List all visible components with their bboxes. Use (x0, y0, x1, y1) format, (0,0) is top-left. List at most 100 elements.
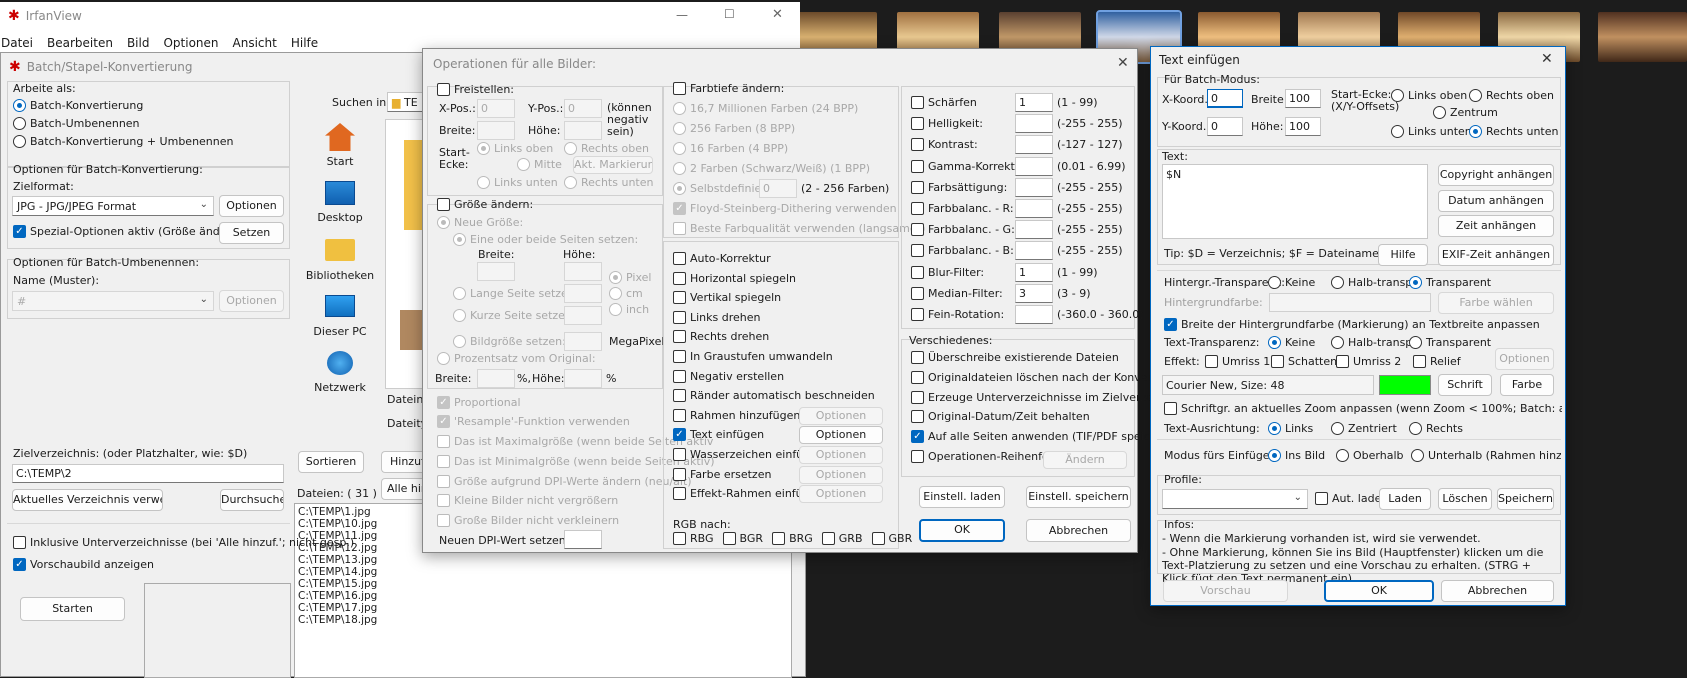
insert-above[interactable]: Oberhalb (1336, 449, 1404, 462)
transform-checkbox[interactable]: ✓ Text einfügen (673, 428, 764, 442)
menu-ansicht[interactable]: Ansicht (233, 36, 277, 50)
misc-checkbox[interactable]: Erzeuge Unterverzeichnisse im Zielverzei… (911, 390, 1180, 404)
load-settings-button[interactable]: Einstell. laden (919, 486, 1005, 508)
misc-checkbox[interactable]: Überschreibe existierende Dateien (911, 351, 1119, 364)
ypos-input[interactable]: 0 (564, 99, 602, 118)
no-shrink-checkbox[interactable]: Große Bilder nicht verkleinern (437, 514, 619, 527)
depth-4bpp[interactable]: 16 Farben (4 BPP) (673, 142, 788, 155)
dithering-checkbox[interactable]: ✓ Floyd-Steinberg-Dithering verwenden (673, 202, 897, 215)
place-desktop[interactable]: Desktop (311, 181, 369, 224)
percent-width-input[interactable] (477, 369, 515, 388)
show-preview-checkbox[interactable]: ✓ Vorschaubild anzeigen (13, 558, 154, 571)
target-dir-input[interactable]: C:\TEMP\2 (12, 464, 284, 483)
bg-trans-none[interactable]: Keine (1268, 276, 1315, 289)
h-input[interactable]: 100 (1285, 117, 1321, 136)
exif-time-button[interactable]: EXIF-Zeit anhängen (1438, 244, 1554, 266)
close-icon[interactable]: ✕ (1117, 55, 1129, 71)
effect-outline1[interactable]: Umriss 1 (1205, 355, 1270, 368)
rgb-gbr-checkbox[interactable]: GBR (871, 532, 912, 545)
transform-checkbox[interactable]: Vertikal spiegeln (673, 291, 781, 305)
transform-checkbox[interactable]: Farbe ersetzen (673, 467, 771, 481)
ok-button[interactable]: OK (919, 519, 1005, 542)
date-button[interactable]: Datum anhängen (1438, 190, 1554, 212)
color-button[interactable]: Farbe (1500, 374, 1554, 396)
target-format-select[interactable]: JPG - JPG/JPEG Format ⌄ (12, 196, 214, 216)
menu-optionen[interactable]: Optionen (163, 36, 218, 50)
save-settings-button[interactable]: Einstell. speichern (1026, 486, 1131, 508)
cancel-button[interactable]: Abbrechen (1026, 519, 1131, 542)
corner-top-right[interactable]: Rechts oben (564, 142, 649, 155)
transform-checkbox[interactable]: In Graustufen umwandeln (673, 350, 833, 363)
corner-bottom-left[interactable]: Links unten (477, 176, 558, 189)
close-icon[interactable]: ✕ (1541, 51, 1553, 67)
custom-depth-input[interactable]: 0 (759, 179, 797, 198)
one-or-both-radio[interactable]: Eine oder beide Seiten setzen: (453, 233, 638, 246)
adjust-value-input[interactable] (1015, 241, 1053, 261)
include-subdirs-checkbox[interactable]: Inklusive Unterverzeichnisse (bei 'Alle … (13, 536, 354, 549)
set-button[interactable]: Setzen (219, 222, 284, 244)
crop-checkbox[interactable]: Freistellen: (437, 83, 514, 96)
w-input[interactable]: 100 (1285, 89, 1321, 108)
resize-height-input[interactable] (564, 262, 602, 281)
text-ok-button[interactable]: OK (1324, 580, 1434, 602)
proportional-checkbox[interactable]: ✓ Proportional (437, 396, 521, 409)
transform-options-button[interactable]: Optionen (799, 485, 883, 504)
text-trans-full[interactable]: Transparent (1409, 336, 1491, 349)
text-corner-top-right[interactable]: Rechts oben (1469, 89, 1554, 102)
resize-checkbox[interactable]: Größe ändern: (437, 198, 533, 211)
transform-checkbox[interactable]: Rahmen hinzufügen (673, 408, 800, 422)
adjust-value-input[interactable]: 1 (1015, 93, 1053, 112)
file-list-item[interactable]: C:\TEMP\18.jpg (298, 614, 788, 626)
align-right[interactable]: Rechts (1409, 422, 1463, 435)
text-trans-half[interactable]: Halb-transp. (1331, 336, 1416, 349)
maximize-button[interactable]: ☐ (724, 7, 735, 21)
resize-width-input[interactable] (477, 262, 515, 281)
rgb-rbg-checkbox[interactable]: RBG (673, 532, 714, 545)
image-size-radio[interactable]: Bildgröße setzen: (453, 335, 566, 348)
unit-inch[interactable]: inch (609, 303, 649, 316)
adjust-checkbox[interactable]: Median-Filter: (911, 286, 1003, 300)
align-center[interactable]: Zentriert (1331, 422, 1397, 435)
current-selection-button[interactable]: Akt. Markierung (573, 156, 653, 174)
misc-checkbox[interactable]: ✓ Auf alle Seiten anwenden (TIF/PDF speic… (911, 430, 1179, 444)
adjust-checkbox[interactable]: Schärfen (911, 96, 977, 109)
change-order-button[interactable]: Ändern (1043, 451, 1127, 469)
use-current-dir-button[interactable]: Aktuelles Verzeichnis verwenden (12, 489, 163, 511)
unit-pixel[interactable]: Pixel (609, 271, 651, 284)
transform-checkbox[interactable]: Wasserzeichen einfüg. (673, 448, 814, 461)
depth-24bpp[interactable]: 16,7 Millionen Farben (24 BPP) (673, 102, 858, 115)
adjust-checkbox[interactable]: Fein-Rotation: (911, 308, 1004, 321)
text-corner-bottom-left[interactable]: Links unten (1391, 125, 1472, 138)
crop-width-input[interactable] (477, 121, 515, 140)
xk-input[interactable]: 0 (1207, 89, 1243, 108)
adjust-checkbox[interactable]: Farbbalanc. - R: (911, 202, 1014, 215)
file-browser-area[interactable] (385, 119, 428, 389)
insert-in-image[interactable]: Ins Bild (1268, 449, 1325, 462)
adjust-checkbox[interactable]: Gamma-Korrektur: (911, 159, 1030, 173)
choose-color-button[interactable]: Farbe wählen (1438, 292, 1554, 314)
short-side-input[interactable] (564, 306, 602, 325)
copyright-button[interactable]: Copyright anhängen (1438, 164, 1554, 186)
text-area[interactable]: $N (1162, 164, 1428, 239)
file-list-item[interactable]: C:\TEMP\17.jpg (298, 602, 788, 614)
profile-load-button[interactable]: Laden (1379, 488, 1431, 510)
add-all-button[interactable]: Alle hinzu (381, 478, 427, 500)
depth-1bpp[interactable]: 2 Farben (Schwarz/Weiß) (1 BPP) (673, 162, 870, 175)
adjust-checkbox[interactable]: Farbbalanc. - B: (911, 244, 1014, 258)
auto-load-checkbox[interactable]: Aut. laden (1315, 492, 1388, 505)
rgb-bgr-checkbox[interactable]: BGR (722, 532, 763, 545)
file-list-item[interactable]: C:\TEMP\14.jpg (298, 566, 788, 578)
menu-hilfe[interactable]: Hilfe (291, 36, 318, 50)
text-corner-bottom-right[interactable]: Rechts unten (1469, 125, 1558, 138)
mode-batch-rename[interactable]: Batch-Umbenennen (13, 117, 140, 130)
transform-options-button[interactable]: Optionen (799, 406, 883, 425)
transform-checkbox[interactable]: Auto-Korrektur (673, 252, 771, 265)
corner-bottom-right[interactable]: Rechts unten (564, 176, 653, 189)
minimize-button[interactable]: — (676, 8, 688, 22)
misc-checkbox[interactable]: Original-Datum/Zeit behalten (911, 410, 1090, 424)
thumbnail[interactable] (1598, 12, 1687, 62)
profile-delete-button[interactable]: Löschen (1438, 488, 1492, 510)
insert-below[interactable]: Unterhalb (Rahmen hinzufüg.) (1411, 449, 1561, 462)
transform-checkbox[interactable]: Horizontal spiegeln (673, 271, 796, 285)
browse-button[interactable]: Durchsuchen (220, 489, 284, 511)
